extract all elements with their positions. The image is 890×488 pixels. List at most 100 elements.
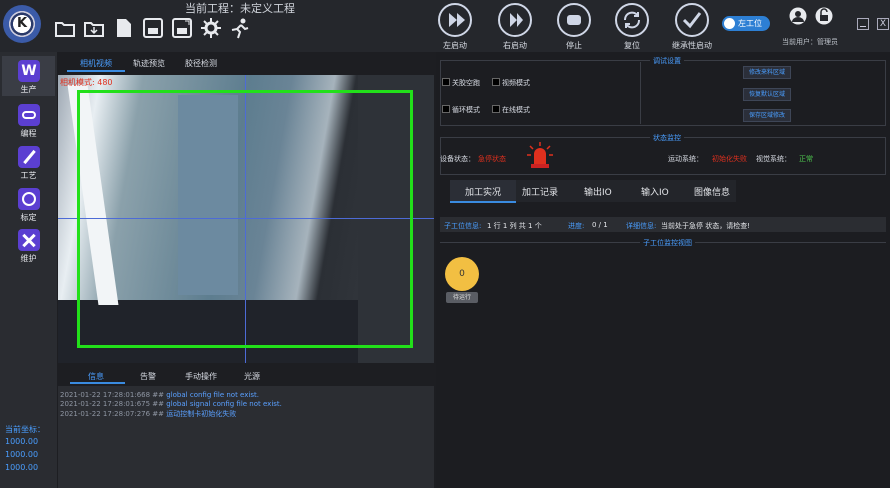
sidebar-item-calibration[interactable]: 标定 (2, 184, 55, 224)
sidebar-item-label: 工艺 (20, 171, 37, 180)
sub-monitor-title: 子工位监控视图 (640, 238, 695, 248)
tab-live-processing[interactable]: 加工实况 (465, 185, 501, 198)
close-button[interactable]: X (877, 18, 889, 30)
save-icon[interactable] (142, 17, 164, 39)
current-user: 当前用户：管理员 (782, 38, 838, 46)
status-monitor-title: 状态监控 (650, 133, 684, 143)
alarm-siren-icon (527, 142, 553, 168)
new-file-icon[interactable] (113, 17, 135, 39)
camera-status-text: 相机模式: 480 (60, 78, 113, 87)
sidebar-item-process[interactable]: 工艺 (2, 142, 55, 182)
production-icon: W (18, 60, 40, 82)
sidebar-item-programming[interactable]: 编程 (2, 100, 55, 140)
stop-icon (567, 15, 581, 25)
sub-station-label: 子工位信息: (444, 222, 482, 230)
maintenance-icon (18, 229, 40, 251)
check-icon (682, 12, 702, 29)
app-logo: K (3, 5, 41, 43)
programming-icon (18, 104, 40, 126)
log-time: 2021-01-22 17:28:01:668 ## (60, 391, 165, 399)
sub-station-indicator[interactable]: 0 (445, 257, 479, 291)
station-toggle-label: 左工位 (738, 19, 762, 28)
camera-tab-bar (58, 52, 434, 72)
play-left-icon (449, 13, 465, 27)
tab-alarm[interactable]: 告警 (140, 371, 156, 382)
save-area-changes-button[interactable]: 保存区域修改 (743, 109, 791, 122)
toggle-knob (724, 18, 735, 29)
station-toggle[interactable]: 左工位 (722, 16, 770, 31)
tab-output-io[interactable]: 输出IO (584, 185, 612, 198)
tab-image-info[interactable]: 图像信息 (694, 185, 730, 198)
detail-label: 详细信息: (626, 222, 657, 230)
play-right-icon (510, 13, 523, 27)
process-icon (18, 146, 40, 168)
reset-label: 复位 (624, 41, 640, 50)
device-status-value: 急停状态 (478, 155, 506, 163)
sub-station-status: 待运行 (446, 292, 478, 303)
user-icon[interactable] (789, 7, 807, 25)
debug-settings-box (440, 60, 886, 126)
log-msg: 运动控制卡初始化失败 (166, 410, 237, 418)
coord-x: 1000.00 (5, 437, 39, 446)
check-label: 循环模式 (452, 106, 480, 114)
log-active-tab-indicator (70, 382, 125, 384)
debug-settings-title: 调试设置 (650, 56, 684, 66)
check-loop-mode[interactable] (442, 105, 450, 113)
check-label: 关胶空跑 (452, 79, 480, 87)
right-start-button[interactable] (498, 3, 532, 37)
run-icon[interactable] (229, 17, 251, 39)
sub-station-value: 1 行 1 列 共 1 个 (487, 222, 542, 230)
calibration-icon (18, 188, 40, 210)
inherit-start-label: 继承性启动 (672, 41, 712, 50)
log-msg: global config file not exist. (166, 391, 259, 399)
tab-glue-detection[interactable]: 胶径检测 (185, 58, 217, 69)
reset-button[interactable] (615, 3, 649, 37)
check-video-mode[interactable] (492, 78, 500, 86)
settings-gear-icon[interactable] (200, 17, 222, 39)
right-active-tab-indicator (450, 201, 516, 203)
check-label: 在线模式 (502, 106, 530, 114)
left-start-label: 左启动 (443, 41, 467, 50)
sidebar-item-label: 生产 (20, 85, 37, 94)
progress-value: 0 / 1 (592, 221, 608, 229)
reset-icon (624, 11, 640, 29)
roi-rectangle[interactable] (77, 90, 413, 348)
left-start-button[interactable] (438, 3, 472, 37)
log-line: 2021-01-22 17:28:01:668 ## global config… (60, 391, 259, 399)
coord-z: 1000.00 (5, 463, 39, 472)
stop-button[interactable] (557, 3, 591, 37)
check-glue-off-dry-run[interactable] (442, 78, 450, 86)
check-online-mode[interactable] (492, 105, 500, 113)
detail-value: 当前处于急停 状态，请检查! (661, 222, 751, 230)
tab-processing-records[interactable]: 加工记录 (522, 185, 558, 198)
log-line: 2021-01-22 17:28:07:276 ## 运动控制卡初始化失败 (60, 409, 236, 419)
debug-divider (640, 62, 641, 124)
sidebar-item-label: 标定 (20, 213, 37, 222)
log-line: 2021-01-22 17:28:01:675 ## global signal… (60, 400, 282, 408)
unlock-icon[interactable] (815, 7, 833, 25)
sidebar-item-maintenance[interactable]: 维护 (2, 225, 55, 265)
tab-info[interactable]: 信息 (88, 371, 104, 382)
tab-camera-video[interactable]: 相机视频 (80, 58, 112, 69)
vision-system-value: 正常 (799, 155, 813, 163)
log-time: 2021-01-22 17:28:07:276 ## (60, 410, 165, 418)
restore-default-area-button[interactable]: 恢复默认区域 (743, 88, 791, 101)
progress-label: 进度: (568, 222, 585, 230)
right-start-label: 右启动 (503, 41, 527, 50)
tab-input-io[interactable]: 输入IO (641, 185, 669, 198)
motion-system-value: 初始化失败 (712, 155, 747, 163)
inherit-start-button[interactable] (675, 3, 709, 37)
modify-feed-area-button[interactable]: 修改来料区域 (743, 66, 791, 79)
sidebar-item-label: 维护 (20, 254, 37, 263)
vision-system-label: 视觉系统： (756, 155, 791, 163)
tab-trajectory-preview[interactable]: 轨迹预览 (133, 58, 165, 69)
import-folder-icon[interactable] (83, 17, 105, 39)
device-status-label: 设备状态： (440, 155, 475, 163)
tab-manual-operation[interactable]: 手动操作 (185, 371, 217, 382)
log-time: 2021-01-22 17:28:01:675 ## (60, 400, 165, 408)
open-folder-icon[interactable] (54, 17, 76, 39)
save-as-icon[interactable] (171, 17, 193, 39)
sidebar-item-production[interactable]: W 生产 (2, 56, 55, 96)
minimize-button[interactable] (857, 18, 869, 30)
tab-light-source[interactable]: 光源 (244, 371, 260, 382)
